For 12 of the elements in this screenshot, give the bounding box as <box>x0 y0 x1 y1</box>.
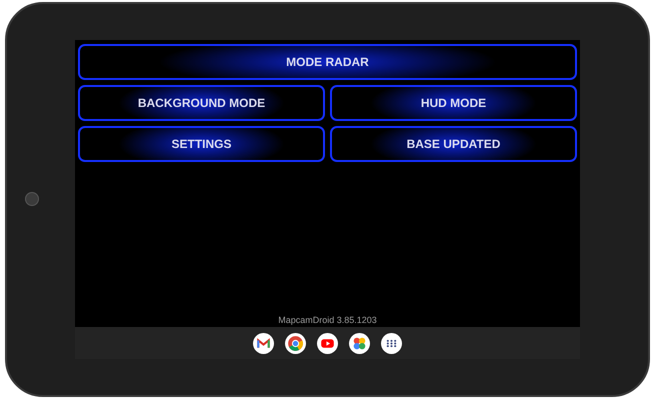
browser-icon[interactable] <box>285 332 306 354</box>
mail-icon[interactable] <box>253 332 274 354</box>
menu-button[interactable]: MODE RADAR <box>78 44 577 80</box>
version-text: MapcamDroid 3.85.1203 <box>278 315 377 325</box>
pinwheel-icon[interactable] <box>349 332 370 354</box>
app-grid-icon[interactable] <box>381 332 402 354</box>
camera-icon <box>25 192 39 206</box>
play-button-icon[interactable] <box>317 332 338 354</box>
menu-button[interactable]: HUD MODE <box>330 85 577 121</box>
menu-button[interactable]: BASE UPDATED <box>330 126 577 162</box>
menu-button[interactable]: BACKGROUND MODE <box>78 85 325 121</box>
menu-button[interactable]: SETTINGS <box>78 126 325 162</box>
